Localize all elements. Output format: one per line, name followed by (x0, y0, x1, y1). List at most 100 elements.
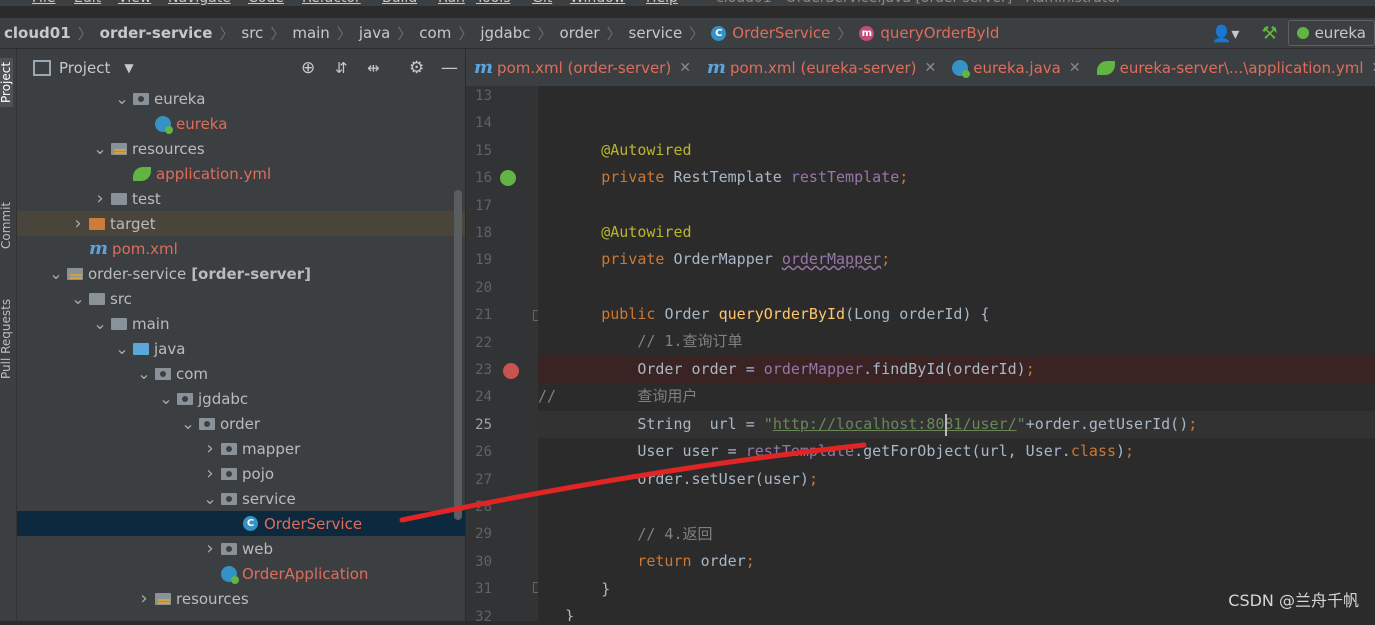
editor-tab[interactable]: m pom.xml (order-server) ✕ (466, 49, 699, 86)
tree-item[interactable]: ⌄ order-service [order-server] (17, 261, 465, 286)
close-icon[interactable]: ✕ (1371, 60, 1375, 76)
user-icon[interactable]: 👤▾ (1211, 24, 1239, 43)
breadcrumb-item[interactable]: main (292, 18, 329, 48)
close-icon[interactable]: ✕ (679, 60, 691, 76)
editor-tab[interactable]: m pom.xml (eureka-server) ✕ (699, 49, 944, 86)
tool-window-pull-requests[interactable]: Pull Requests (0, 299, 13, 379)
tree-item[interactable]: › resources (17, 586, 465, 611)
chevron-down-icon[interactable]: ⌄ (137, 365, 151, 381)
breakpoint-icon[interactable] (503, 363, 519, 379)
editor-tab[interactable]: eureka-server\...\application.yml ✕ (1089, 49, 1375, 86)
tree-item[interactable]: ⌄ order (17, 411, 465, 436)
code-line-16: private RestTemplate restTemplate; (601, 168, 909, 186)
chevron-down-icon[interactable]: ⌄ (115, 90, 129, 106)
left-tool-strip: Project Commit Pull Requests (0, 49, 17, 621)
tree-item[interactable]: › web (17, 536, 465, 561)
chevron-down-icon[interactable]: ⌄ (93, 140, 107, 156)
tree-item[interactable]: ⌄ main (17, 311, 465, 336)
breadcrumb-class[interactable]: C OrderService (711, 18, 830, 48)
menu-refactor[interactable]: Refactor (302, 0, 361, 6)
breadcrumb-method[interactable]: m queryOrderById (859, 18, 999, 48)
chevron-right-icon[interactable]: › (203, 538, 217, 559)
chevron-right-icon[interactable]: › (137, 588, 151, 609)
hammer-icon[interactable]: ⚒ (1261, 23, 1277, 44)
menu-run[interactable]: Run (438, 0, 465, 6)
close-icon[interactable]: ✕ (1069, 60, 1081, 76)
tree-scrollbar[interactable] (454, 190, 462, 520)
spring-class-icon (221, 565, 239, 584)
tree-item[interactable]: ⌄ service (17, 486, 465, 511)
yaml-file-icon (1096, 60, 1115, 75)
watermark: CSDN @兰舟千帆 (1228, 591, 1359, 610)
breadcrumb-separator: 〉 (219, 24, 235, 43)
tree-item[interactable]: › test (17, 186, 465, 211)
tree-item[interactable]: application.yml (17, 161, 465, 186)
chevron-down-icon[interactable]: ⌄ (49, 265, 63, 281)
menu-tools[interactable]: Tools (476, 0, 511, 6)
tree-item[interactable]: ⌄ jgdabc (17, 386, 465, 411)
chevron-down-icon[interactable]: ▼ (124, 61, 133, 75)
tree-item[interactable]: OrderApplication (17, 561, 465, 586)
gear-icon[interactable]: ⚙ (409, 58, 424, 78)
module-icon (67, 267, 83, 280)
navigation-bar: cloud01 〉 order-service 〉 src 〉 main 〉 java 〉 com 〉… (0, 18, 1375, 49)
menu-file[interactable]: File (32, 0, 55, 6)
menu-window[interactable]: Window (570, 0, 625, 6)
tree-item[interactable]: ⌄ java (17, 336, 465, 361)
line-number: 23 (475, 362, 492, 378)
menu-build[interactable]: Build (382, 0, 417, 6)
tree-item[interactable]: › pojo (17, 461, 465, 486)
tree-item[interactable]: ⌄ src (17, 286, 465, 311)
tool-window-project[interactable]: Project (0, 57, 13, 107)
chevron-down-icon[interactable]: ⌄ (203, 490, 217, 506)
menu-navigate[interactable]: Navigate (168, 0, 231, 6)
tool-window-commit[interactable]: Commit (0, 202, 13, 249)
tree-item[interactable]: ⌄ resources (17, 136, 465, 161)
url-link[interactable]: http://localhost:8081/user/ (773, 415, 1017, 433)
close-icon[interactable]: ✕ (925, 60, 937, 76)
breadcrumb-item[interactable]: src (241, 18, 263, 48)
menu-view[interactable]: View (118, 0, 151, 6)
line-number: 22 (475, 334, 492, 351)
tree-item[interactable]: › mapper (17, 436, 465, 461)
tree-item[interactable]: ⌄ eureka (17, 86, 465, 111)
expand-all-icon[interactable]: ⇵ (335, 59, 348, 77)
menu-git[interactable]: Git (532, 0, 552, 6)
tree-item[interactable]: eureka (17, 111, 465, 136)
spring-bean-gutter-icon[interactable] (500, 170, 516, 186)
chevron-down-icon[interactable]: ⌄ (71, 290, 85, 306)
tree-item[interactable]: › target (17, 211, 465, 236)
code-editor[interactable]: @Autowired private RestTemplate restTemp… (538, 86, 1375, 621)
breadcrumb-item[interactable]: com (419, 18, 451, 48)
menu-edit[interactable]: Edit (74, 0, 101, 6)
chevron-down-icon[interactable]: ⌄ (159, 390, 173, 406)
menu-code[interactable]: Code (248, 0, 284, 6)
chevron-down-icon[interactable]: ⌄ (93, 315, 107, 331)
code-line-26: User user = restTemplate.getForObject(ur… (637, 442, 1135, 460)
chevron-right-icon[interactable]: › (93, 188, 107, 209)
breadcrumb-item[interactable]: java (359, 18, 390, 48)
editor-tab[interactable]: eureka.java ✕ (944, 49, 1088, 86)
tree-item[interactable]: C OrderService (17, 511, 465, 536)
chevron-right-icon[interactable]: › (203, 463, 217, 484)
menu-help[interactable]: Help (646, 0, 678, 6)
tree-item[interactable]: ⌄ com (17, 361, 465, 386)
project-tree: ⌄ eureka eureka ⌄ resources application.yml › t… (17, 86, 465, 621)
breadcrumb-item[interactable]: service (629, 18, 683, 48)
tree-item[interactable]: m pom.xml (17, 236, 465, 261)
chevron-down-icon[interactable]: ⌄ (181, 415, 195, 431)
project-view-selector[interactable]: Project (59, 59, 110, 77)
breadcrumb-item[interactable]: jgdabc (480, 18, 530, 48)
hide-icon[interactable]: — (441, 58, 458, 78)
breadcrumb-item[interactable]: cloud01 (4, 18, 71, 48)
breadcrumb-item[interactable]: order-service (100, 18, 213, 48)
chevron-right-icon[interactable]: › (71, 213, 85, 234)
breadcrumb-item[interactable]: order (560, 18, 600, 48)
chevron-down-icon[interactable]: ⌄ (115, 340, 129, 356)
package-icon (221, 442, 237, 455)
package-icon (221, 492, 237, 505)
chevron-right-icon[interactable]: › (203, 438, 217, 459)
run-configuration-select[interactable]: eureka (1287, 20, 1375, 46)
collapse-all-icon[interactable]: ⇹ (367, 59, 380, 77)
locate-icon[interactable]: ⊕ (301, 58, 315, 78)
